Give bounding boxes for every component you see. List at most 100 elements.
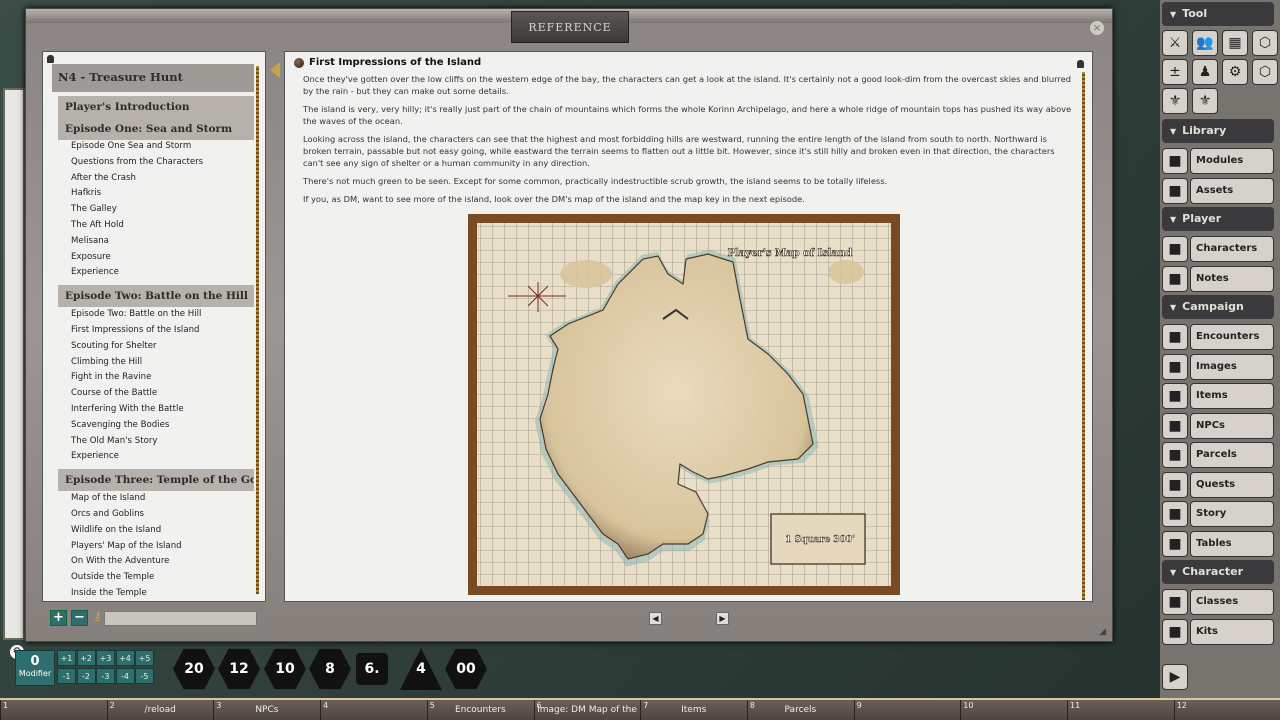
list-item[interactable]: Inside the Temple — [71, 588, 147, 598]
list-item[interactable]: Interfering With the Battle — [71, 404, 184, 414]
list-item[interactable]: Climbing the Hill — [71, 357, 142, 367]
dice-icon[interactable]: ⬡ — [1252, 30, 1278, 56]
list-item[interactable]: Scouting for Shelter — [71, 341, 157, 351]
image-icon[interactable]: ■ — [1162, 354, 1188, 380]
list-item[interactable]: Melisana — [71, 236, 109, 246]
list-item[interactable]: Experience — [71, 267, 119, 277]
characters-icon[interactable]: ■ — [1162, 236, 1188, 262]
resize-handle-icon[interactable]: ◢ — [1099, 627, 1106, 637]
hotkey-slot[interactable]: 10 — [960, 700, 1066, 720]
sidebar-button-npcs[interactable]: NPCs — [1190, 413, 1274, 439]
island-map-image[interactable]: Player's Map of Island 1 Square 300' — [468, 214, 900, 595]
previous-page-button[interactable]: ◀ — [649, 612, 662, 625]
hotkey-slot[interactable]: 7Items — [640, 700, 746, 720]
list-item[interactable]: Questions from the Characters — [71, 157, 203, 167]
list-item[interactable]: Map of the Island — [71, 493, 145, 503]
list-item[interactable]: The Galley — [71, 204, 117, 214]
library-dice-icon[interactable]: ⬡ — [1252, 59, 1278, 85]
notes-icon[interactable]: ■ — [1162, 266, 1188, 292]
list-item[interactable]: Episode Two: Battle on the Hill — [71, 309, 201, 319]
add-button[interactable]: + — [50, 610, 67, 626]
hotkey-slot[interactable]: 8Parcels — [747, 700, 853, 720]
content-scrollbar[interactable] — [1082, 72, 1085, 600]
tokens-icon[interactable]: ⚜ — [1192, 88, 1218, 114]
list-item[interactable]: Orcs and Goblins — [71, 509, 144, 519]
sidebar-button-parcels[interactable]: Parcels — [1190, 442, 1274, 468]
list-item[interactable]: Course of the Battle — [71, 388, 157, 398]
lock-icon[interactable] — [1077, 60, 1084, 68]
sidebar-button-characters[interactable]: Characters — [1190, 236, 1274, 262]
list-item[interactable]: Wildlife on the Island — [71, 525, 161, 535]
sidebar-button-items[interactable]: Items — [1190, 383, 1274, 409]
coins-icon[interactable]: ■ — [1162, 442, 1188, 468]
play-button[interactable]: ▶ — [1162, 664, 1188, 690]
hotkey-slot[interactable]: 6Image: DM Map of the — [534, 700, 640, 720]
modifier-plus-button[interactable]: +3 — [96, 650, 115, 666]
modifier-plus-button[interactable]: +4 — [116, 650, 135, 666]
hotkey-slot[interactable]: 2/reload — [107, 700, 213, 720]
skull-icon[interactable]: ■ — [1162, 413, 1188, 439]
swords-icon[interactable]: ■ — [1162, 324, 1188, 350]
modifier-minus-button[interactable]: -4 — [116, 668, 135, 684]
bag-icon[interactable]: ■ — [1162, 383, 1188, 409]
sidebar-section-library[interactable]: ▼Library — [1162, 119, 1274, 143]
modifiers-icon[interactable]: ± — [1162, 59, 1188, 85]
sidebar-button-images[interactable]: Images — [1190, 354, 1274, 380]
combat-tracker-icon[interactable]: ⚔ — [1162, 30, 1188, 56]
sidebar-section-player[interactable]: ▼Player — [1162, 207, 1274, 231]
remove-button[interactable]: − — [71, 610, 88, 626]
list-item[interactable]: Experience — [71, 451, 119, 461]
list-item[interactable]: Fight in the Ravine — [71, 372, 151, 382]
sidebar-section-character[interactable]: ▼Character — [1162, 560, 1274, 584]
sidebar-button-kits[interactable]: Kits — [1190, 619, 1274, 645]
list-item[interactable]: Exposure — [71, 252, 111, 262]
sidebar-button-assets[interactable]: Assets — [1190, 178, 1274, 204]
close-button[interactable]: × — [1090, 21, 1104, 35]
calendar-icon[interactable]: ▦ — [1222, 30, 1248, 56]
sidebar-button-encounters[interactable]: Encounters — [1190, 324, 1274, 350]
modifier-plus-button[interactable]: +2 — [77, 650, 96, 666]
hotkey-slot[interactable]: 1 — [0, 700, 106, 720]
kit-icon[interactable]: ■ — [1162, 619, 1188, 645]
list-header[interactable]: Episode Two: Battle on the Hill — [58, 285, 254, 307]
list-item[interactable]: Episode One Sea and Storm — [71, 141, 191, 151]
module-title[interactable]: N4 - Treasure Hunt — [52, 64, 254, 92]
sidebar-section-tool[interactable]: ▼Tool — [1162, 2, 1274, 26]
folder-icon[interactable]: ■ — [1162, 148, 1188, 174]
d6-die-icon[interactable]: 6. — [356, 653, 388, 685]
list-scrollbar[interactable] — [256, 66, 259, 594]
hotkey-slot[interactable]: 9 — [854, 700, 960, 720]
list-item[interactable]: Hafkris — [71, 188, 101, 198]
hotkey-slot[interactable]: 5Encounters — [427, 700, 533, 720]
list-item[interactable]: Scavenging the Bodies — [71, 420, 169, 430]
list-item[interactable]: Players' Map of the Island — [71, 541, 182, 551]
modifier-box[interactable]: 0 Modifier — [15, 650, 55, 686]
list-header[interactable]: Player's Introduction — [58, 96, 254, 118]
shield-icon[interactable]: ■ — [1162, 589, 1188, 615]
list-item[interactable]: The Aft Hold — [71, 220, 124, 230]
hotkey-slot[interactable]: 4 — [320, 700, 426, 720]
hotkey-slot[interactable]: 11 — [1067, 700, 1173, 720]
modifier-minus-button[interactable]: -5 — [135, 668, 154, 684]
party-sheet-icon[interactable]: 👥 — [1192, 30, 1218, 56]
sidebar-button-modules[interactable]: Modules — [1190, 148, 1274, 174]
grail-icon[interactable]: ■ — [1162, 472, 1188, 498]
list-item[interactable]: On With the Adventure — [71, 556, 169, 566]
list-item[interactable]: First Impressions of the Island — [71, 325, 199, 335]
sidebar-button-notes[interactable]: Notes — [1190, 266, 1274, 292]
list-item[interactable]: The Old Man's Story — [71, 436, 157, 446]
sidebar-button-story[interactable]: Story — [1190, 501, 1274, 527]
next-page-button[interactable]: ▶ — [716, 612, 729, 625]
modifier-minus-button[interactable]: -2 — [77, 668, 96, 684]
sidebar-button-tables[interactable]: Tables — [1190, 531, 1274, 557]
options-icon[interactable]: ⚙ — [1222, 59, 1248, 85]
lock-icon[interactable] — [47, 55, 54, 63]
list-item[interactable]: Outside the Temple — [71, 572, 154, 582]
hotkey-slot[interactable]: 3NPCs — [213, 700, 319, 720]
collapse-list-icon[interactable] — [270, 62, 280, 78]
effects-icon[interactable]: ♟ — [1192, 59, 1218, 85]
sidebar-button-quests[interactable]: Quests — [1190, 472, 1274, 498]
filter-input[interactable] — [104, 611, 257, 626]
dice-icon[interactable]: ■ — [1162, 531, 1188, 557]
puzzle-icon[interactable]: ■ — [1162, 178, 1188, 204]
